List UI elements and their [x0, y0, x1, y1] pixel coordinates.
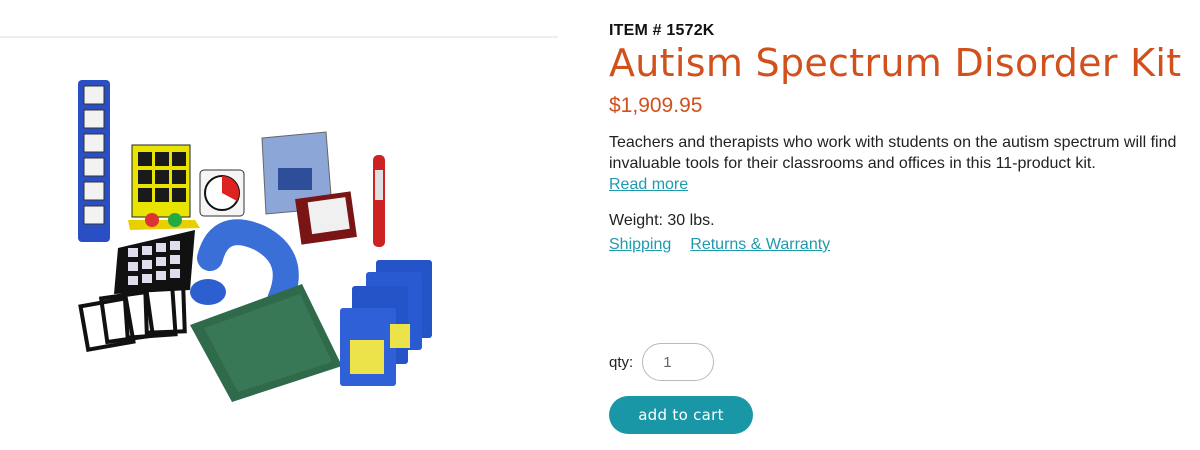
product-weight: Weight: 30 lbs.: [609, 212, 715, 229]
quantity-input[interactable]: [642, 343, 715, 381]
product-details: ITEM # 1572K Autism Spectrum Disorder Ki…: [609, 22, 1194, 254]
info-links: Shipping Returns & Warranty: [609, 236, 1194, 254]
product-image: [70, 70, 470, 415]
product-description: Teachers and therapists who work with st…: [609, 134, 1177, 172]
add-to-cart-button[interactable]: add to cart: [609, 396, 753, 434]
product-page: ITEM # 1572K Autism Spectrum Disorder Ki…: [0, 0, 1200, 450]
product-title: Autism Spectrum Disorder Kit: [609, 41, 1182, 85]
returns-warranty-link[interactable]: Returns & Warranty: [690, 236, 830, 254]
divider: [0, 36, 558, 38]
read-more-link[interactable]: Read more: [609, 176, 688, 194]
item-number: ITEM # 1572K: [609, 22, 715, 39]
qty-label: qty:: [609, 353, 634, 371]
quantity-row: qty:: [609, 343, 715, 381]
product-price: $1,909.95: [609, 94, 703, 117]
shipping-link[interactable]: Shipping: [609, 236, 671, 254]
